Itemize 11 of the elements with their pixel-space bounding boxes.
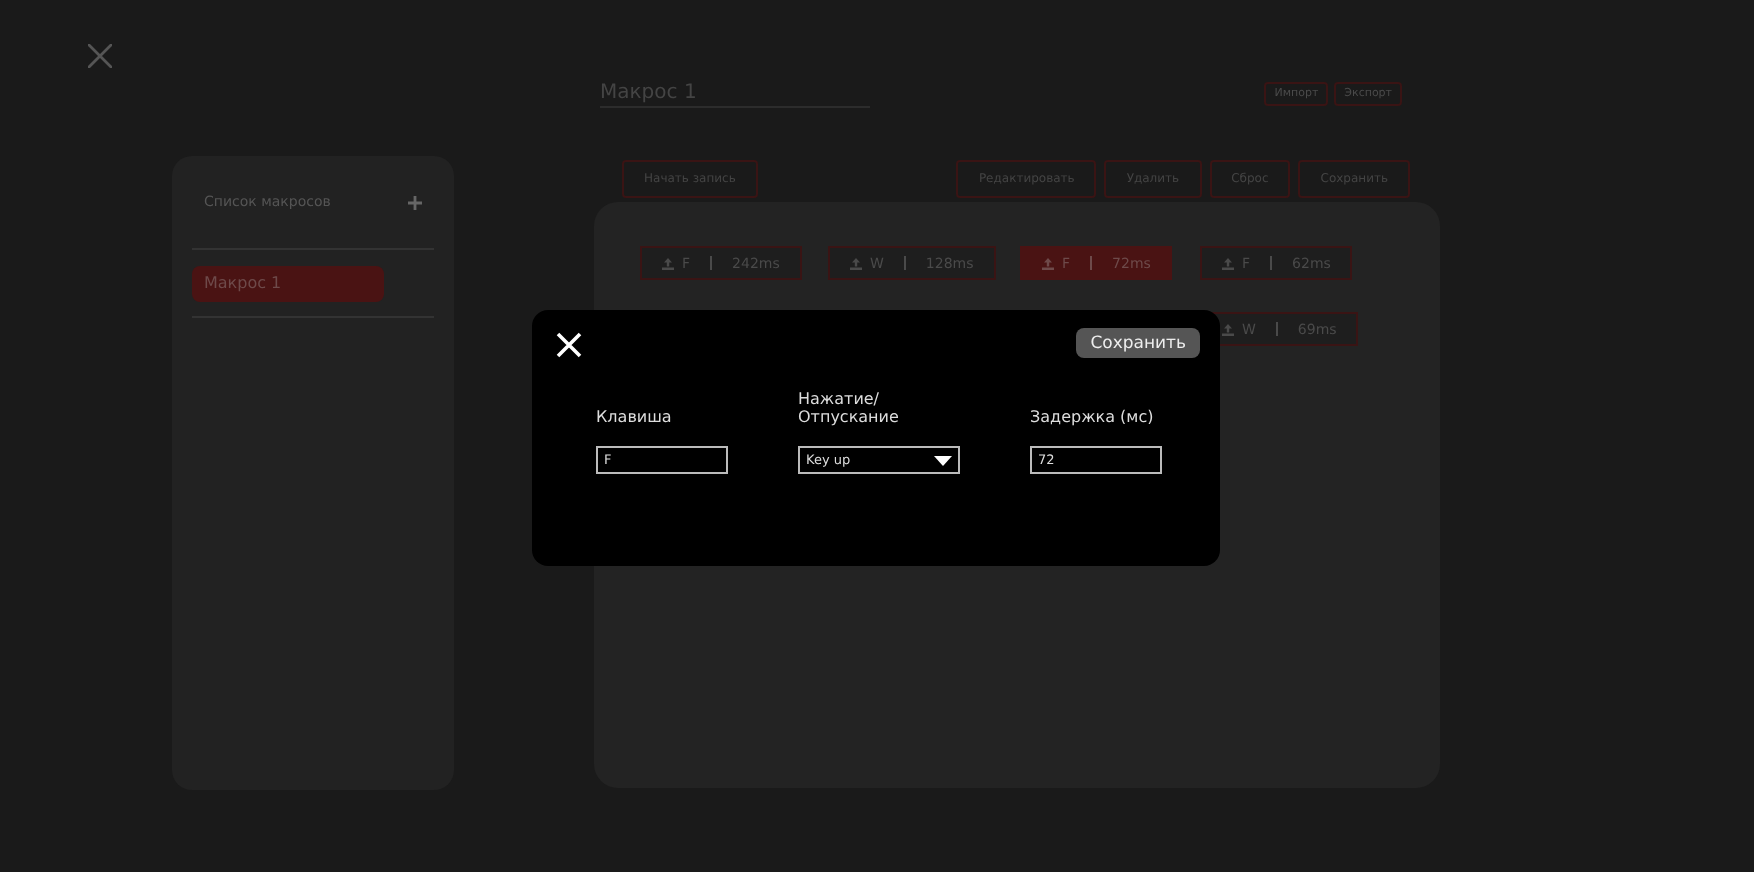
field-label: Нажатие/ Отпускание: [798, 390, 901, 430]
field-label: Задержка (мс): [1030, 405, 1156, 430]
key-release-icon: [1042, 257, 1054, 269]
save-button[interactable]: Сохранить: [1076, 328, 1200, 358]
key-release-icon: [1222, 323, 1234, 335]
plus-icon[interactable]: [408, 195, 422, 209]
field-label: Клавиша: [596, 405, 674, 430]
key-release-icon: [662, 257, 674, 269]
key-release-icon: [850, 257, 862, 269]
caret-icon: [934, 455, 952, 465]
key-release-icon: [1222, 257, 1234, 269]
